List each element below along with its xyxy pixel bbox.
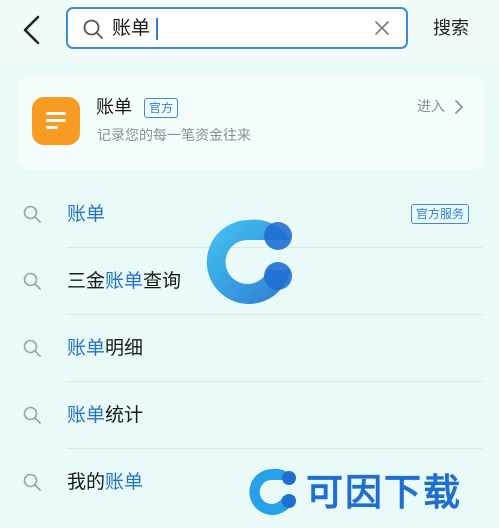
watermark-small-logo-icon [249,468,296,515]
app-title: 账单 [96,97,132,118]
suggestion-label: 账单 [67,203,106,225]
suggestion-label: 三金账单查询 [67,270,182,292]
back-arrow-icon[interactable] [16,12,48,48]
search-icon [23,473,41,491]
suggestion-label: 账单统计 [67,404,144,426]
watermark-text: 可因下载 [306,471,462,514]
app-description: 记录您的每一笔资金往来 [97,128,251,144]
official-badge: 官方 [144,98,179,118]
official-app-card[interactable]: 账单 官方 记录您的每一笔资金往来 进入 [17,76,484,170]
search-button[interactable]: 搜索 [433,16,469,42]
search-icon [23,272,41,290]
top-bar: 账单 搜索 [0,0,499,64]
search-icon [83,19,103,39]
suggestion-label: 账单明细 [67,337,144,359]
suggestion-item[interactable]: 账单统计 [0,383,499,449]
text-cursor [156,18,158,40]
search-icon [23,406,41,424]
search-icon [23,205,41,223]
official-service-tag: 官方服务 [411,204,470,224]
suggestion-label: 我的账单 [67,471,144,493]
chevron-right-icon [455,100,463,114]
divider [67,448,483,449]
search-icon [23,339,41,357]
watermark-logo-icon [206,219,292,304]
search-query-text[interactable]: 账单 [112,9,150,47]
divider [67,381,483,382]
enter-link[interactable]: 进入 [417,97,445,117]
search-input[interactable]: 账单 [66,7,408,49]
bill-app-icon [32,97,80,145]
suggestion-item[interactable]: 账单明细 [0,316,499,382]
clear-icon[interactable] [374,20,390,36]
divider [67,314,483,315]
